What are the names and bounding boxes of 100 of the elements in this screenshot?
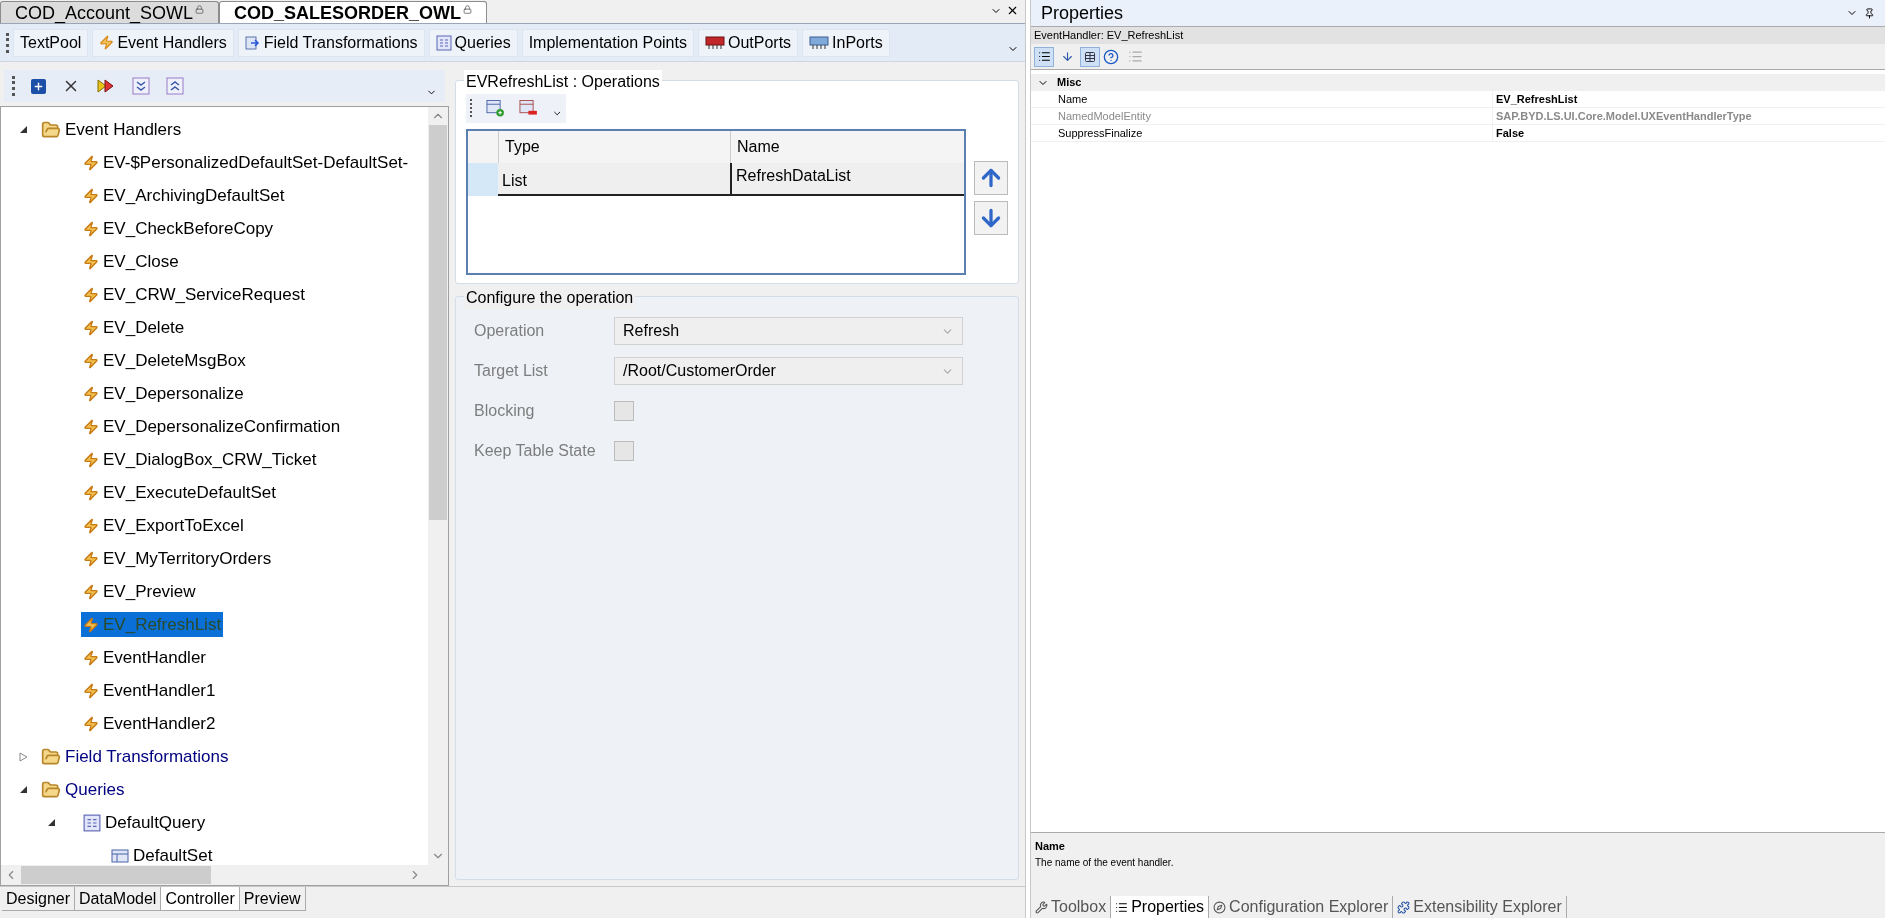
lightning-icon xyxy=(83,253,99,270)
property-pages-icon[interactable] xyxy=(1080,46,1100,67)
tree-item[interactable]: EV_DepersonalizeConfirmation xyxy=(81,413,343,440)
tree-item[interactable]: EV_Depersonalize xyxy=(81,380,246,407)
object-name: EventHandler: EV_RefreshList xyxy=(1034,28,1184,44)
lightning-icon xyxy=(83,550,99,567)
panel-tab[interactable]: Extensibility Explorer xyxy=(1393,896,1567,918)
tree-item[interactable]: Event Handlers xyxy=(39,116,184,143)
tree-item[interactable]: EV-$PersonalizedDefaultSet-DefaultSet- xyxy=(81,149,411,176)
categorized-icon[interactable] xyxy=(1034,46,1054,67)
lightning-icon xyxy=(83,682,99,699)
tree-item[interactable]: EventHandler xyxy=(81,644,208,671)
tree-item[interactable]: EV_DeleteMsgBox xyxy=(81,347,248,374)
tree-item[interactable]: EV_CheckBeforeCopy xyxy=(81,215,276,242)
field-label: Keep Table State xyxy=(474,441,597,461)
port-icon xyxy=(809,34,830,51)
remove-row-icon[interactable] xyxy=(518,98,538,118)
tree-item[interactable]: EV_Close xyxy=(81,248,181,275)
property-value[interactable]: False xyxy=(1492,125,1885,141)
panel-tab[interactable]: Configuration Explorer xyxy=(1209,896,1394,918)
lightning-icon xyxy=(83,715,99,732)
toolbar-button[interactable]: Field Transformations xyxy=(237,28,425,57)
move-up-button[interactable] xyxy=(974,161,1008,195)
run-icon[interactable] xyxy=(96,78,116,94)
add-icon[interactable] xyxy=(31,78,46,94)
document-tab[interactable]: COD_SALESORDER_OWL xyxy=(219,1,488,23)
property-name: Name xyxy=(1057,92,1089,107)
query-icon xyxy=(83,813,101,832)
lightning-icon xyxy=(83,418,99,435)
tree-item[interactable]: DefaultQuery xyxy=(81,809,208,836)
table-cell: RefreshDataList xyxy=(730,163,964,196)
view-tab[interactable]: Preview xyxy=(239,887,306,911)
table-cell: List xyxy=(498,163,730,196)
panel-tab[interactable]: Properties xyxy=(1111,896,1210,918)
toolbar-button[interactable]: Event Handlers xyxy=(92,28,234,57)
tree-item[interactable]: EventHandler1 xyxy=(81,677,218,704)
property-value[interactable]: EV_RefreshList xyxy=(1492,91,1885,107)
vertical-scrollbar[interactable] xyxy=(428,107,448,865)
pin-icon[interactable] xyxy=(1864,7,1875,19)
lightning-icon xyxy=(83,187,99,204)
field-label: Operation xyxy=(474,321,546,341)
lightning-icon xyxy=(83,649,99,666)
collapse-all-icon[interactable] xyxy=(166,77,184,95)
view-tab[interactable]: DataModel xyxy=(75,887,162,911)
query-icon xyxy=(435,34,452,51)
tree-item[interactable]: EV_MyTerritoryOrders xyxy=(81,545,274,572)
toolbar-button[interactable]: OutPorts xyxy=(697,28,799,57)
field-label: Blocking xyxy=(474,401,536,421)
collapse-arrow-icon[interactable] xyxy=(47,818,56,827)
panel-title: Properties xyxy=(1041,1,1125,25)
tree-item[interactable]: EV_ExecuteDefaultSet xyxy=(81,479,278,506)
toolbar-button[interactable]: TextPool xyxy=(13,28,89,57)
lightning-icon xyxy=(83,484,99,501)
move-down-button[interactable] xyxy=(974,201,1008,235)
collapse-arrow-icon[interactable] xyxy=(19,785,28,794)
help-icon[interactable] xyxy=(1103,48,1119,65)
tree-item[interactable]: EventHandler2 xyxy=(81,710,218,737)
tree-item[interactable]: Field Transformations xyxy=(39,743,231,770)
tree-item[interactable]: DefaultSet xyxy=(109,842,215,865)
properties-icon xyxy=(1115,900,1129,914)
lightning-icon xyxy=(83,616,99,633)
lightning-icon xyxy=(83,319,99,336)
expand-arrow-icon[interactable] xyxy=(19,751,28,762)
close-icon[interactable] xyxy=(1006,4,1019,17)
tree-item[interactable]: EV_CRW_ServiceRequest xyxy=(81,281,307,308)
lightning-icon xyxy=(83,517,99,534)
lightning-icon xyxy=(83,154,99,171)
description-title: Name xyxy=(1035,839,1066,854)
lightning-icon xyxy=(83,286,99,303)
tree-item[interactable]: EV_DialogBox_CRW_Ticket xyxy=(81,446,319,473)
view-tab[interactable]: Controller xyxy=(161,887,240,911)
tree-item[interactable]: EV_Delete xyxy=(81,314,187,341)
tree-item[interactable]: EV_Preview xyxy=(81,578,198,605)
lightning-icon xyxy=(83,220,99,237)
expand-all-icon[interactable] xyxy=(132,77,150,95)
tree-item[interactable]: EV_ExportToExcel xyxy=(81,512,246,539)
view-tab[interactable]: Designer xyxy=(2,887,76,911)
lightning-icon xyxy=(83,352,99,369)
document-tab[interactable]: COD_Account_SOWL xyxy=(0,1,220,23)
folder-icon xyxy=(41,746,61,767)
toolbar-button[interactable]: InPorts xyxy=(802,28,890,57)
folder-icon xyxy=(41,119,61,140)
field-label: Target List xyxy=(474,361,549,381)
toolbar-button[interactable]: Queries xyxy=(428,28,518,57)
lightning-icon xyxy=(99,35,115,50)
tree-item[interactable]: Queries xyxy=(39,776,127,803)
explorer-icon xyxy=(1213,900,1227,914)
port-icon xyxy=(704,34,725,51)
lightning-icon xyxy=(83,385,99,402)
table-icon xyxy=(111,847,129,864)
horizontal-scrollbar[interactable] xyxy=(1,865,448,885)
tree-item[interactable]: EV_ArchivingDefaultSet xyxy=(81,182,287,209)
category-label: Misc xyxy=(1057,75,1082,91)
collapse-arrow-icon[interactable] xyxy=(19,125,28,134)
form-arrow-icon xyxy=(244,35,261,50)
add-row-icon[interactable] xyxy=(486,98,505,118)
folder-icon xyxy=(41,779,61,800)
property-name: SuppressFinalize xyxy=(1057,126,1144,141)
lightning-icon xyxy=(83,451,99,468)
toolbar-button[interactable]: Implementation Points xyxy=(521,28,694,57)
